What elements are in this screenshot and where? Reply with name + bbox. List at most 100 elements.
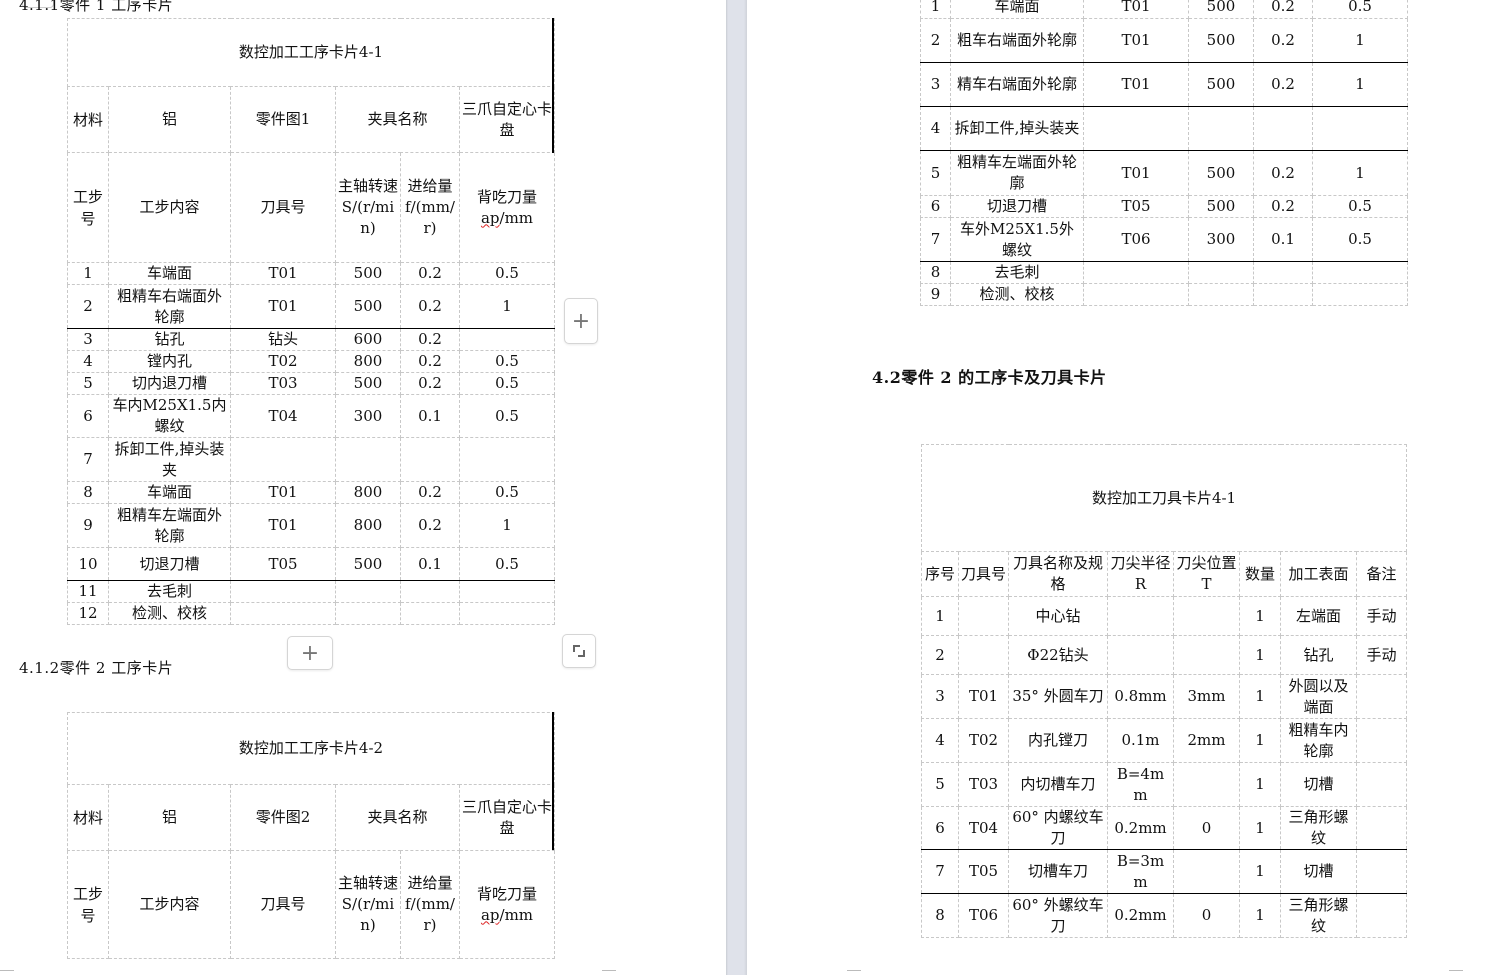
cell-no: 12 bbox=[67, 602, 109, 625]
cell-no: 3 bbox=[920, 62, 951, 107]
add-column-button[interactable]: + bbox=[564, 298, 598, 344]
cell-feed: 0.1 bbox=[400, 547, 460, 581]
cell-remark bbox=[1355, 849, 1408, 894]
cell-name: 中心钻 bbox=[1008, 596, 1108, 636]
section-heading-4-1-1: 4.1.1零件 1 工序卡片 bbox=[19, 0, 174, 14]
cell-radius bbox=[1107, 635, 1174, 675]
cell-tool bbox=[958, 596, 1009, 636]
header-content: 工步内容 bbox=[108, 152, 231, 263]
material-value: 铝 bbox=[108, 86, 231, 153]
cell-position bbox=[1173, 849, 1240, 894]
plus-icon: + bbox=[300, 640, 320, 666]
header-feed: 进给量f/(mm/r) bbox=[400, 850, 460, 959]
cell-tool: T05 bbox=[1083, 195, 1189, 218]
cell-depth bbox=[459, 580, 555, 603]
cell-no: 8 bbox=[67, 481, 109, 504]
cell-name: 60° 内螺纹车刀 bbox=[1008, 806, 1108, 850]
table-row: 8 去毛刺 bbox=[920, 261, 1408, 284]
cell-qty: 1 bbox=[1239, 762, 1281, 807]
table-row: 6 T04 60° 内螺纹车刀 0.2mm 0 1 三角形螺纹 bbox=[921, 806, 1408, 850]
cell-remark bbox=[1355, 718, 1408, 763]
cell-name: 60° 外螺纹车刀 bbox=[1008, 893, 1108, 938]
cell-radius: B=3mm bbox=[1107, 849, 1174, 894]
table-row: 9 粗精车左端面外轮廓 T01 800 0.2 1 bbox=[67, 503, 555, 548]
page-corner-mark bbox=[1449, 970, 1463, 975]
cell-remark bbox=[1355, 762, 1408, 807]
cell-qty: 1 bbox=[1239, 849, 1281, 894]
header-feed: 进给量f/(mm/r) bbox=[400, 152, 460, 263]
cell-feed: 0.2 bbox=[400, 328, 460, 351]
cell-no: 7 bbox=[67, 437, 109, 482]
cell-depth: 1 bbox=[1312, 150, 1408, 196]
cell-seq: 1 bbox=[921, 596, 959, 636]
cell-depth: 0.5 bbox=[459, 481, 555, 504]
table-row: 6 切退刀槽 T05 500 0.2 0.5 bbox=[920, 195, 1408, 218]
table-row: 10 切退刀槽 T05 500 0.1 0.5 bbox=[67, 547, 555, 581]
cell-feed: 0.2 bbox=[1253, 18, 1313, 63]
header-spindle-speed: 主轴转速S/(r/min) bbox=[335, 152, 401, 263]
cell-position: 3mm bbox=[1173, 674, 1240, 719]
cell-content: 粗精车右端面外轮廓 bbox=[108, 284, 231, 329]
cell-feed bbox=[1253, 283, 1313, 306]
cell-seq: 2 bbox=[921, 635, 959, 675]
add-row-button[interactable]: + bbox=[287, 636, 333, 670]
cell-remark bbox=[1355, 674, 1408, 719]
cell-feed: 0.2 bbox=[400, 372, 460, 395]
table-row: 5 切内退刀槽 T03 500 0.2 0.5 bbox=[67, 372, 555, 395]
cell-position: 0 bbox=[1173, 806, 1240, 850]
spellcheck-word: ap bbox=[480, 905, 500, 924]
cell-feed: 0.2 bbox=[1253, 150, 1313, 196]
table-row: 7 拆卸工件,掉头装夹 bbox=[67, 437, 555, 482]
cell-speed: 800 bbox=[335, 481, 401, 504]
cell-speed: 500 bbox=[1188, 150, 1254, 196]
cell-no: 7 bbox=[920, 217, 951, 262]
cell-depth: 0.5 bbox=[459, 394, 555, 438]
cell-speed: 500 bbox=[335, 372, 401, 395]
cell-tool bbox=[1083, 261, 1189, 284]
cell-depth bbox=[1312, 261, 1408, 284]
cell-feed: 0.2 bbox=[400, 481, 460, 504]
cell-remark bbox=[1355, 806, 1408, 850]
cell-remark: 手动 bbox=[1355, 596, 1408, 636]
cell-speed: 600 bbox=[335, 328, 401, 351]
header-name-spec: 刀具名称及规格 bbox=[1008, 551, 1108, 597]
cell-tool: T01 bbox=[1083, 0, 1189, 19]
cell-content: 车内M25X1.5内螺纹 bbox=[108, 394, 231, 438]
fixture-label: 夹具名称 bbox=[335, 784, 460, 851]
depth-unit: /mm bbox=[499, 905, 534, 924]
cell-radius: 0.1m bbox=[1107, 718, 1174, 763]
cell-surface: 外圆以及端面 bbox=[1280, 674, 1357, 719]
cell-tool: 钻头 bbox=[230, 328, 336, 351]
depth-unit: /mm bbox=[499, 208, 534, 227]
table-row: 5 粗精车左端面外轮廓 T01 500 0.2 1 bbox=[920, 150, 1408, 196]
cell-no: 5 bbox=[920, 150, 951, 196]
cell-speed bbox=[1188, 261, 1254, 284]
process-card-4-1: 数控加工工序卡片4-1 材料 铝 零件图1 夹具名称 三爪自定心卡盘 工步号 工… bbox=[67, 18, 555, 625]
material-label: 材料 bbox=[67, 86, 109, 153]
cell-seq: 3 bbox=[921, 674, 959, 719]
cell-speed: 500 bbox=[1188, 0, 1254, 19]
card-title: 数控加工工序卡片4-2 bbox=[67, 712, 555, 785]
cell-content: 粗精车左端面外轮廓 bbox=[950, 150, 1084, 196]
cell-surface: 左端面 bbox=[1280, 596, 1357, 636]
cell-no: 8 bbox=[920, 261, 951, 284]
table-row: 4 T02 内孔镗刀 0.1m 2mm 1 粗精车内轮廓 bbox=[921, 718, 1408, 763]
cell-radius: 0.2mm bbox=[1107, 893, 1174, 938]
depth-label: 背吃刀量 bbox=[476, 187, 537, 206]
table-resize-button[interactable] bbox=[562, 634, 596, 668]
cell-seq: 4 bbox=[921, 718, 959, 763]
cell-content: 检测、校核 bbox=[950, 283, 1084, 306]
cell-no: 3 bbox=[67, 328, 109, 351]
process-card-4-2-continued: 1 车端面 T01 500 0.2 0.5 2 粗车右端面外轮廓 T01 500 0.2 1 3 精车右端… bbox=[920, 0, 1408, 306]
cell-name: 内切槽车刀 bbox=[1008, 762, 1108, 807]
cell-speed: 500 bbox=[335, 262, 401, 285]
cell-seq: 7 bbox=[921, 849, 959, 894]
table-row: 8 车端面 T01 800 0.2 0.5 bbox=[67, 481, 555, 504]
cell-tool: T01 bbox=[958, 674, 1009, 719]
cell-content: 镗内孔 bbox=[108, 350, 231, 373]
header-depth: 背吃刀量 ap/mm bbox=[459, 850, 555, 959]
section-heading-4-1-2: 4.1.2零件 2 工序卡片 bbox=[19, 659, 174, 677]
document-page-right: 1 车端面 T01 500 0.2 0.5 2 粗车右端面外轮廓 T01 500 0.2 1 3 精车右端… bbox=[747, 0, 1492, 975]
section-heading-4-2: 4.2零件 2 的工序卡及刀具卡片 bbox=[872, 368, 1107, 387]
cell-depth bbox=[459, 602, 555, 625]
